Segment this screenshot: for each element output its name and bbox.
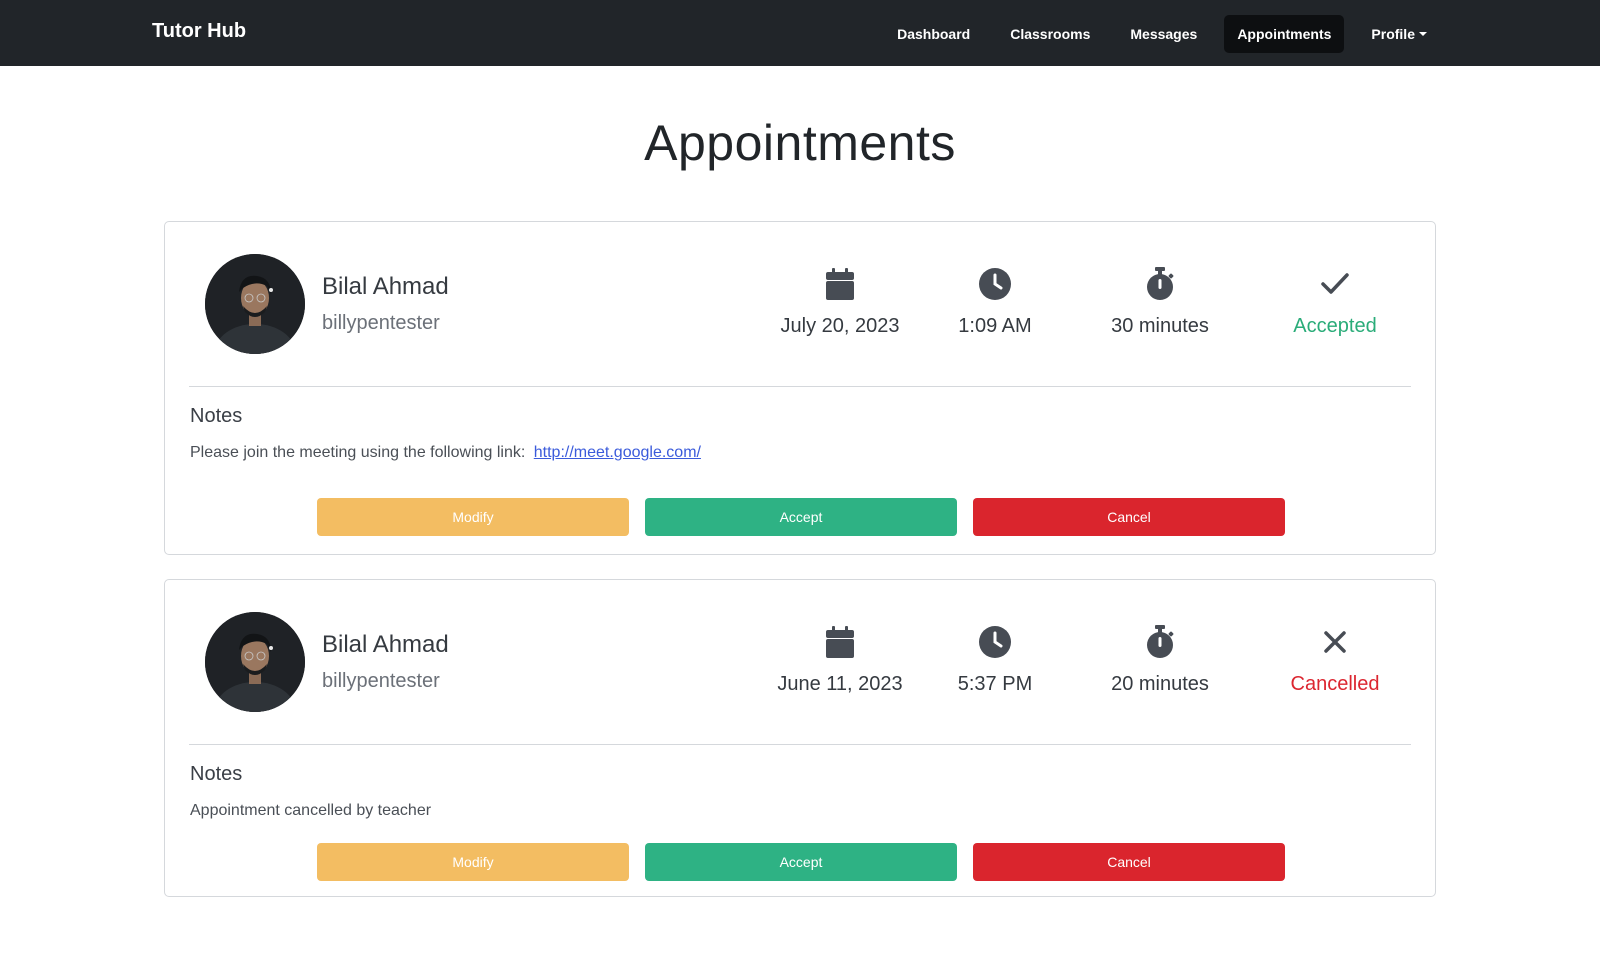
- duration-text: 20 minutes: [1111, 673, 1209, 695]
- nav-profile-label: Profile: [1371, 26, 1415, 42]
- appointment-card: Bilal Ahmad billypentester June 11, 2023…: [164, 579, 1436, 897]
- check-icon: [1270, 266, 1400, 302]
- duration-text: 30 minutes: [1111, 315, 1209, 337]
- modify-button[interactable]: Modify: [317, 843, 629, 881]
- calendar-icon: [765, 624, 915, 660]
- cancel-button[interactable]: Cancel: [973, 843, 1285, 881]
- student-name: Bilal Ahmad: [322, 631, 449, 658]
- date-text: June 11, 2023: [777, 673, 903, 695]
- divider: [189, 744, 1411, 745]
- caret-down-icon: [1419, 32, 1427, 36]
- appointment-duration: 30 minutes: [1090, 266, 1230, 338]
- appointment-time: 5:37 PM: [945, 624, 1045, 696]
- nav-appointments[interactable]: Appointments: [1224, 15, 1345, 53]
- date-text: July 20, 2023: [780, 315, 900, 337]
- avatar: [205, 254, 305, 354]
- appointment-status: Cancelled: [1270, 624, 1400, 696]
- appointment-date: July 20, 2023: [765, 266, 915, 338]
- appointment-duration: 20 minutes: [1090, 624, 1230, 696]
- appointment-card: Bilal Ahmad billypentester July 20, 2023…: [164, 221, 1436, 555]
- appointment-date: June 11, 2023: [765, 624, 915, 696]
- status-text: Accepted: [1293, 315, 1377, 337]
- stopwatch-icon: [1090, 624, 1230, 660]
- time-text: 1:09 AM: [958, 315, 1032, 337]
- page-title: Appointments: [644, 115, 956, 171]
- student-name: Bilal Ahmad: [322, 273, 449, 300]
- avatar: [205, 612, 305, 712]
- status-text: Cancelled: [1290, 673, 1380, 695]
- nav-profile-dropdown[interactable]: Profile: [1358, 15, 1440, 53]
- nav-dashboard[interactable]: Dashboard: [884, 15, 983, 53]
- appointment-list: Bilal Ahmad billypentester July 20, 2023…: [164, 221, 1436, 897]
- student-username: billypentester: [322, 670, 440, 692]
- accept-button[interactable]: Accept: [645, 498, 957, 536]
- divider: [189, 386, 1411, 387]
- notes-body: Please join the meeting using the follow…: [190, 444, 526, 461]
- accept-button[interactable]: Accept: [645, 843, 957, 881]
- notes-heading: Notes: [190, 405, 243, 427]
- clock-icon: [945, 624, 1045, 660]
- calendar-icon: [765, 266, 915, 302]
- clock-icon: [945, 266, 1045, 302]
- navbar: Tutor Hub Dashboard Classrooms Messages …: [0, 0, 1600, 66]
- modify-button[interactable]: Modify: [317, 498, 629, 536]
- stopwatch-icon: [1090, 266, 1230, 302]
- notes-text: Appointment cancelled by teacher: [190, 802, 432, 819]
- nav-classrooms[interactable]: Classrooms: [997, 15, 1103, 53]
- meeting-link[interactable]: http://meet.google.com/: [534, 444, 701, 461]
- time-text: 5:37 PM: [957, 673, 1033, 695]
- x-icon: [1270, 624, 1400, 660]
- student-username: billypentester: [322, 312, 440, 334]
- nav-links: Dashboard Classrooms Messages Appointmen…: [870, 15, 1440, 53]
- notes-text: Please join the meeting using the follow…: [190, 444, 701, 462]
- brand-logo[interactable]: Tutor Hub: [152, 20, 246, 43]
- cancel-button[interactable]: Cancel: [973, 498, 1285, 536]
- nav-messages[interactable]: Messages: [1117, 15, 1210, 53]
- appointment-time: 1:09 AM: [945, 266, 1045, 338]
- appointment-status: Accepted: [1270, 266, 1400, 338]
- action-buttons: Modify Accept Cancel: [317, 843, 1301, 881]
- action-buttons: Modify Accept Cancel: [317, 498, 1301, 536]
- notes-heading: Notes: [190, 763, 243, 785]
